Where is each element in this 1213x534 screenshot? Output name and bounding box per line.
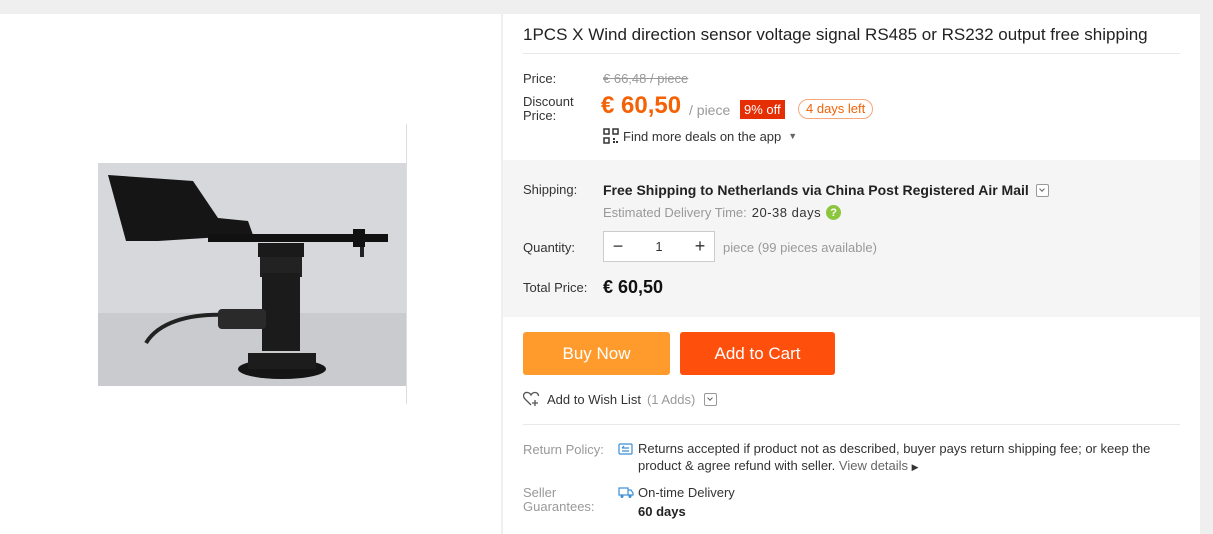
estimated-delivery: Estimated Delivery Time: 20-38 days ? <box>603 205 842 220</box>
wishlist-row[interactable]: Add to Wish List (1 Adds) <box>523 391 718 407</box>
discount-price-label: Discount Price: <box>523 95 574 123</box>
quantity-stepper: − 1 + <box>603 231 715 262</box>
heart-plus-icon <box>523 391 540 406</box>
total-price-label: Total Price: <box>523 280 588 295</box>
section-divider <box>523 424 1180 425</box>
seller-label-line2: Guarantees: <box>523 499 595 514</box>
caret-down-icon: ▼ <box>788 131 798 141</box>
qr-code-icon <box>603 128 619 144</box>
quantity-input[interactable]: 1 <box>632 239 686 254</box>
product-info-panel: 1PCS X Wind direction sensor voltage sig… <box>503 14 1200 534</box>
quantity-decrease-button[interactable]: − <box>604 232 632 261</box>
wishlist-count: (1 Adds) <box>646 391 696 407</box>
discount-price: € 60,50 <box>601 92 682 119</box>
estimated-delivery-label: Estimated Delivery Time: <box>603 205 747 220</box>
delivery-truck-icon <box>618 487 634 498</box>
quantity-available: piece (99 pieces available) <box>723 240 877 255</box>
shipping-label: Shipping: <box>523 182 578 197</box>
seller-guarantees-label: Seller Guarantees: <box>523 486 603 514</box>
chevron-down-icon[interactable] <box>1035 183 1049 197</box>
on-time-delivery-days: 60 days <box>638 504 686 519</box>
discount-label-line2: Price: <box>523 108 557 123</box>
shipping-option-text: Free Shipping to Netherlands via China P… <box>603 182 1029 198</box>
help-icon[interactable]: ? <box>826 205 842 220</box>
app-deals-link[interactable]: Find more deals on the app ▼ <box>603 128 797 144</box>
return-policy-text: Returns accepted if product not as descr… <box>638 440 1168 476</box>
buy-now-button[interactable]: Buy Now <box>523 332 670 375</box>
discount-badge: 9% off <box>740 100 785 119</box>
app-deals-text: Find more deals on the app <box>623 128 782 144</box>
total-price-value: € 60,50 <box>603 277 664 297</box>
quantity-label: Quantity: <box>523 240 576 255</box>
product-title: 1PCS X Wind direction sensor voltage sig… <box>523 24 1180 54</box>
image-divider <box>406 124 407 404</box>
add-to-wishlist-link[interactable]: Add to Wish List <box>547 392 641 407</box>
seller-label-line1: Seller <box>523 485 557 500</box>
add-to-cart-button[interactable]: Add to Cart <box>680 332 835 375</box>
quantity-increase-button[interactable]: + <box>686 232 714 261</box>
product-image[interactable] <box>98 163 406 386</box>
days-left-badge: 4 days left <box>798 99 874 119</box>
estimated-delivery-days: 20-38 days <box>751 205 822 220</box>
return-policy-icon <box>618 443 633 455</box>
return-policy-label: Return Policy: <box>523 442 604 457</box>
price-label: Price: <box>523 71 557 86</box>
view-details-link[interactable]: View details <box>839 458 908 473</box>
chevron-down-icon[interactable] <box>704 392 718 406</box>
chevron-right-icon: ▶ <box>911 462 919 472</box>
discount-label-line1: Discount <box>523 94 574 109</box>
product-image-panel <box>0 14 501 534</box>
on-time-delivery: On-time Delivery <box>638 485 735 500</box>
per-piece-unit: / piece <box>689 102 731 118</box>
original-price: € 66,48 / piece <box>603 71 689 86</box>
shipping-option-selector[interactable]: Free Shipping to Netherlands via China P… <box>603 182 1049 198</box>
